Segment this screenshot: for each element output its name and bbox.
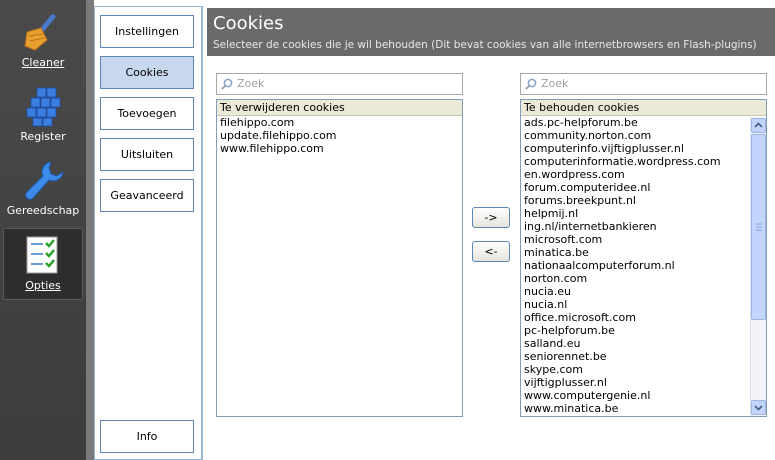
broom-icon: [24, 14, 56, 51]
list-item[interactable]: ing.nl/internetbankieren: [521, 220, 766, 233]
left-search-placeholder: Zoek: [237, 77, 265, 90]
wrench-icon: [25, 161, 64, 200]
list-item[interactable]: vijftigplusser.nl: [521, 376, 766, 389]
chevron-up-icon: [754, 122, 763, 128]
keep-cookies-scrollbar[interactable]: [750, 117, 766, 416]
list-item[interactable]: computerinfo.vijftigplusser.nl: [521, 142, 766, 155]
right-search-input[interactable]: Zoek: [520, 73, 767, 95]
nav-cookies-button[interactable]: Cookies: [100, 56, 194, 89]
scroll-thumb[interactable]: [751, 134, 766, 320]
keep-cookies-list[interactable]: Te behouden cookies ads.pc-helpforum.be c…: [520, 99, 767, 417]
nav-geavanceerd-button[interactable]: Geavanceerd: [100, 179, 194, 212]
list-item[interactable]: forums.breekpunt.nl: [521, 194, 766, 207]
page-header: Cookies Selecteer de cookies die je wil …: [207, 8, 775, 56]
list-item[interactable]: nucia.eu: [521, 285, 766, 298]
sidebar-item-label: Gereedschap: [6, 204, 80, 217]
registry-cubes-icon: [26, 87, 61, 127]
list-item[interactable]: seniorennet.be: [521, 350, 766, 363]
sidebar-item-label: Cleaner: [21, 56, 65, 69]
sidebar-item-cleaner[interactable]: Cleaner: [0, 6, 86, 78]
cookies-content: Zoek Te verwijderen cookies filehippo.co…: [207, 56, 775, 460]
list-item[interactable]: microsoft.com: [521, 233, 766, 246]
sidebar-item-gereedschap[interactable]: Gereedschap: [0, 154, 86, 226]
list-item[interactable]: update.filehippo.com: [217, 129, 462, 142]
scroll-up-button[interactable]: [751, 118, 766, 133]
delete-cookies-header: Te verwijderen cookies: [217, 100, 462, 116]
options-nav: Instellingen Cookies Toevoegen Uitsluite…: [94, 6, 202, 460]
list-item[interactable]: en.wordpress.com: [521, 168, 766, 181]
nav-instellingen-button[interactable]: Instellingen: [100, 15, 194, 48]
page-title: Cookies: [213, 13, 284, 34]
keep-cookies-rows: ads.pc-helpforum.be community.norton.com c…: [521, 116, 766, 415]
list-item[interactable]: community.norton.com: [521, 129, 766, 142]
move-left-button[interactable]: <-: [472, 241, 510, 262]
sidebar-item-label: Register: [20, 130, 66, 143]
right-edge: [768, 56, 775, 460]
nav-uitsluiten-button[interactable]: Uitsluiten: [100, 138, 194, 171]
left-search-input[interactable]: Zoek: [216, 73, 463, 95]
keep-cookies-header: Te behouden cookies: [521, 100, 766, 116]
list-item[interactable]: office.microsoft.com: [521, 311, 766, 324]
list-item[interactable]: nucia.nl: [521, 298, 766, 311]
delete-cookies-list[interactable]: Te verwijderen cookies filehippo.com upda…: [216, 99, 463, 417]
grip-icon: [756, 223, 762, 231]
app-sidebar: Cleaner Register Gereedschap Opties: [0, 0, 86, 460]
nav-toevoegen-button[interactable]: Toevoegen: [100, 97, 194, 130]
list-item[interactable]: www.computergenie.nl: [521, 389, 766, 402]
sidebar-item-opties[interactable]: Opties: [3, 228, 83, 300]
list-item[interactable]: helpmij.nl: [521, 207, 766, 220]
checklist-icon: [26, 236, 58, 274]
list-item[interactable]: norton.com: [521, 272, 766, 285]
list-item[interactable]: pc-helpforum.be: [521, 324, 766, 337]
right-search-placeholder: Zoek: [541, 77, 569, 90]
list-item[interactable]: ads.pc-helpforum.be: [521, 116, 766, 129]
list-item[interactable]: www.minatica.be: [521, 402, 766, 415]
list-item[interactable]: computerinformatie.wordpress.com: [521, 155, 766, 168]
scroll-down-button[interactable]: [751, 400, 766, 415]
list-item[interactable]: minatica.be: [521, 246, 766, 259]
move-right-button[interactable]: ->: [472, 207, 510, 228]
nav-info-button[interactable]: Info: [100, 420, 194, 453]
search-icon: [221, 78, 233, 90]
list-item[interactable]: skype.com: [521, 363, 766, 376]
chevron-down-icon: [754, 405, 763, 411]
list-item[interactable]: nationaalcomputerforum.nl: [521, 259, 766, 272]
list-item[interactable]: filehippo.com: [217, 116, 462, 129]
sidebar-item-label: Opties: [25, 279, 61, 292]
list-item[interactable]: www.filehippo.com: [217, 142, 462, 155]
frame-divider: [86, 0, 94, 460]
sidebar-item-register[interactable]: Register: [0, 80, 86, 152]
page-subtitle: Selecteer de cookies die je wil behouden…: [213, 39, 757, 51]
list-item[interactable]: forum.computeridee.nl: [521, 181, 766, 194]
list-item[interactable]: salland.eu: [521, 337, 766, 350]
delete-cookies-rows: filehippo.com update.filehippo.com www.fil…: [217, 116, 462, 155]
search-icon: [525, 78, 537, 90]
